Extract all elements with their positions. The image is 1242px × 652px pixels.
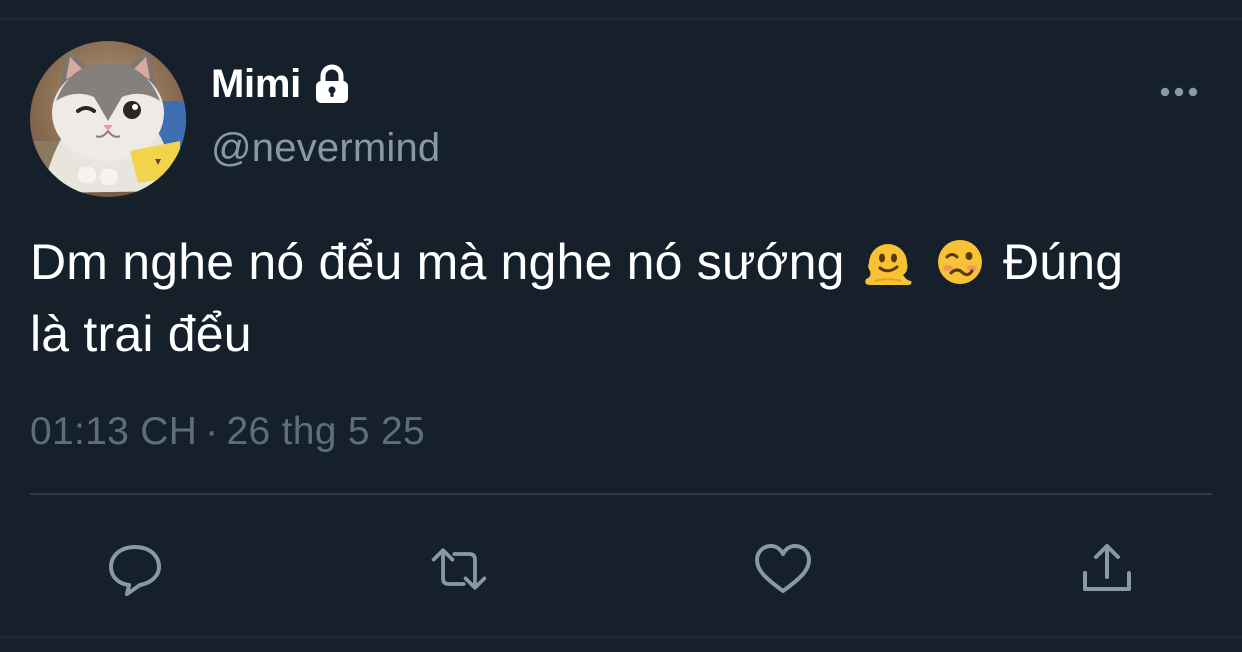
reply-icon — [109, 545, 161, 596]
tweet-date[interactable]: 26 thg 5 25 — [226, 410, 424, 453]
woozy-face-emoji — [935, 234, 985, 284]
author-handle[interactable]: @nevermind — [211, 126, 440, 171]
tweet-detail: Mimi @nevermind Dm nghe nó đểu mà nghe n… — [0, 0, 1242, 652]
timestamp-separator: · — [205, 410, 219, 453]
bottom-divider — [0, 636, 1242, 639]
tweet-time[interactable]: 01:13 CH — [30, 410, 197, 453]
avatar[interactable] — [30, 41, 186, 197]
more-options-button[interactable] — [1150, 72, 1208, 112]
author-name-row[interactable]: Mimi — [211, 60, 353, 108]
retweet-button[interactable] — [428, 538, 490, 600]
tweet-text: Dm nghe nó đểu mà nghe nó sướng Đúng là … — [30, 226, 1230, 370]
more-icon — [1160, 87, 1198, 97]
lock-icon — [311, 63, 353, 105]
tweet-text-part-1: Dm nghe nó đểu mà nghe nó sướng — [30, 234, 845, 290]
cat-avatar-image — [30, 41, 186, 197]
tweet-text-line-2: là trai đểu — [30, 306, 252, 362]
share-icon — [1083, 544, 1131, 591]
actions-divider — [30, 493, 1212, 495]
reply-button[interactable] — [104, 538, 166, 600]
like-button[interactable] — [752, 538, 814, 600]
tweet-timestamp[interactable]: 01:13 CH · 26 thg 5 25 — [30, 410, 425, 454]
tweet-text-line-1: Dm nghe nó đểu mà nghe nó sướng Đúng — [30, 226, 1230, 298]
retweet-icon — [431, 548, 487, 590]
melting-face-emoji — [863, 234, 913, 285]
like-icon — [755, 544, 811, 593]
share-button[interactable] — [1076, 538, 1138, 600]
tweet-text-part-2: Đúng — [1002, 234, 1124, 290]
display-name[interactable]: Mimi — [211, 62, 301, 107]
top-divider — [0, 18, 1242, 20]
